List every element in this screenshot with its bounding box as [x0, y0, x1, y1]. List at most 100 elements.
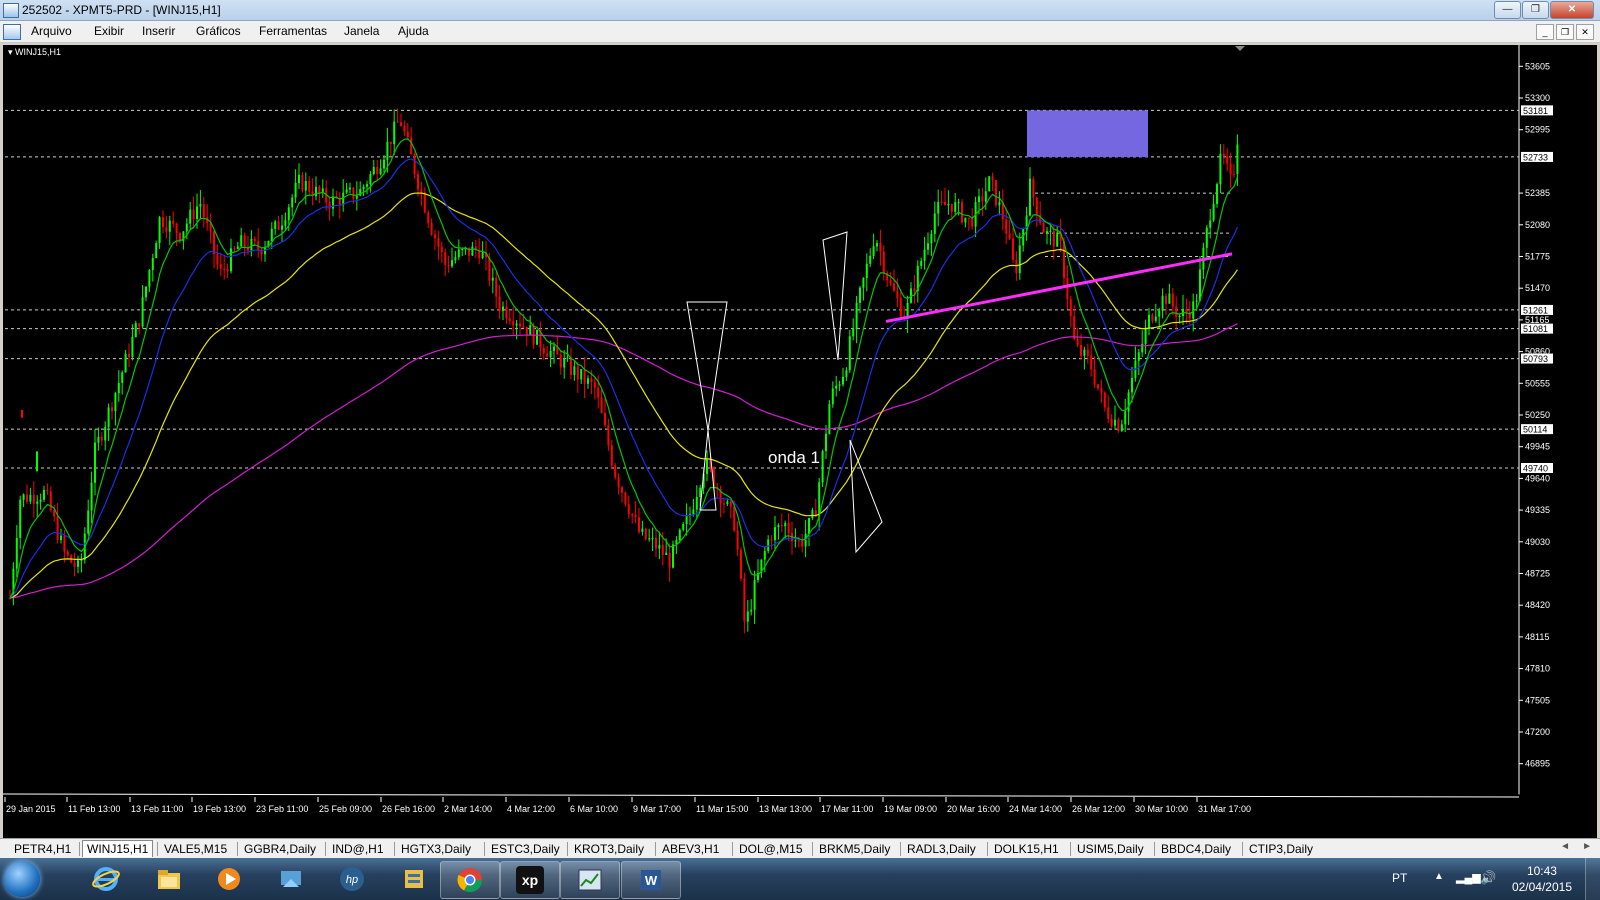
candle-body	[852, 328, 855, 337]
metatrader-taskbar-button[interactable]	[560, 861, 620, 899]
menu-arquivo[interactable]: Arquivo	[31, 24, 72, 38]
tab-dol-m15[interactable]: DOL@,M15	[735, 841, 807, 857]
tab-abev3-h1[interactable]: ABEV3,H1	[658, 841, 723, 857]
tab-hgtx3-daily[interactable]: HGTX3,Daily	[397, 841, 475, 857]
app-taskbar-button[interactable]	[262, 861, 320, 897]
candle-body	[1049, 231, 1052, 233]
mdi-restore-button[interactable]: ❐	[1556, 24, 1574, 40]
candle-body	[29, 494, 32, 502]
menu-ferramentas[interactable]: Ferramentas	[259, 24, 327, 38]
tab-ctip3-daily[interactable]: CTIP3,Daily	[1245, 841, 1317, 857]
internet-explorer-icon	[92, 867, 120, 891]
hp-taskbar-button[interactable]: hp	[323, 861, 381, 897]
price-tick-label: 52995	[1525, 125, 1550, 135]
candle-body	[111, 407, 113, 412]
tab-vale5-m15[interactable]: VALE5,M15	[160, 841, 231, 857]
mdi-minimize-button[interactable]: _	[1536, 24, 1554, 40]
candle-body	[145, 286, 147, 298]
maximize-button[interactable]: ❐	[1522, 1, 1549, 19]
menu-ajuda[interactable]: Ajuda	[398, 24, 429, 38]
tab-scroll-left-icon[interactable]: ◄	[1560, 841, 1570, 852]
candle-body	[1151, 314, 1154, 321]
candle-body	[961, 202, 963, 223]
tab-separator	[325, 842, 326, 856]
start-button[interactable]	[4, 861, 40, 897]
tab-scroll-right-icon[interactable]: ►	[1582, 841, 1592, 852]
tab-estc3-daily[interactable]: ESTC3,Daily	[487, 841, 564, 857]
candle-body	[379, 168, 382, 175]
candle-body	[1226, 156, 1229, 164]
candle-body	[1103, 392, 1106, 408]
tab-separator	[655, 842, 656, 856]
candle-body	[32, 494, 35, 504]
menu-graficos[interactable]: Gráficos	[196, 24, 241, 38]
chrome-taskbar-button[interactable]	[440, 861, 500, 899]
candle-body	[400, 122, 402, 126]
minimize-button[interactable]: —	[1494, 1, 1521, 19]
candle-body	[515, 323, 518, 326]
candle-body	[413, 154, 416, 175]
close-button[interactable]: ✕	[1550, 1, 1594, 19]
candle-body	[631, 514, 634, 516]
archive-taskbar-button[interactable]	[385, 861, 443, 897]
language-indicator[interactable]: PT	[1392, 871, 1407, 885]
network-signal-icon[interactable]: ▂▄▆	[1456, 871, 1481, 884]
candle-body	[699, 487, 702, 498]
candle-body	[801, 540, 804, 547]
candle-body	[362, 186, 365, 190]
candle-body	[610, 445, 613, 466]
menu-exibir[interactable]: Exibir	[94, 24, 124, 38]
candle-body	[223, 268, 226, 270]
volume-icon[interactable]: 🔊	[1480, 870, 1496, 886]
candle-body	[172, 220, 175, 224]
candle-body	[250, 238, 253, 251]
ie-taskbar-button[interactable]	[77, 861, 135, 897]
tab-ggbr4-daily[interactable]: GGBR4,Daily	[240, 841, 320, 857]
candle-body	[1012, 238, 1014, 260]
menu-inserir[interactable]: Inserir	[142, 24, 175, 38]
explorer-taskbar-button[interactable]	[140, 861, 198, 897]
tab-brkm5-daily[interactable]: BRKM5,Daily	[815, 841, 894, 857]
time-tick-label: 4 Mar 12:00	[507, 804, 555, 814]
show-hidden-icons-icon[interactable]: ▲	[1434, 871, 1444, 882]
candle-body	[655, 537, 657, 549]
price-mark-label: 51261	[1523, 305, 1548, 315]
clock[interactable]: 10:43 02/04/2015	[1512, 863, 1572, 895]
candle-body	[563, 358, 566, 368]
price-mark-label: 50793	[1523, 354, 1548, 364]
candle-body	[457, 249, 460, 258]
mdi-close-button[interactable]: ✕	[1576, 24, 1594, 40]
candle-body	[138, 323, 141, 327]
chart-window-icon[interactable]	[3, 24, 21, 40]
triangle-drawing	[686, 301, 728, 431]
candle-body	[1100, 388, 1103, 393]
tab-dolk15-h1[interactable]: DOLK15,H1	[990, 841, 1063, 857]
candle-body	[831, 388, 834, 405]
candle-body	[753, 580, 756, 610]
candle-body	[383, 159, 385, 169]
word-taskbar-button[interactable]: W	[621, 861, 681, 899]
tab-petr4-h1[interactable]: PETR4,H1	[10, 841, 75, 857]
tab-radl3-daily[interactable]: RADL3,Daily	[903, 841, 980, 857]
tab-usim5-daily[interactable]: USIM5,Daily	[1073, 841, 1148, 857]
price-chart[interactable]: 5360553300529955238552080517755147051165…	[3, 45, 1597, 838]
candle-body	[706, 458, 708, 474]
tab-krot3-daily[interactable]: KROT3,Daily	[570, 841, 648, 857]
candle-body	[600, 397, 603, 413]
tab-winj15-h1[interactable]: WINJ15,H1	[82, 840, 154, 857]
candle-body	[427, 212, 430, 224]
tab-bbdc4-daily[interactable]: BBDC4,Daily	[1157, 841, 1235, 857]
menu-janela[interactable]: Janela	[344, 24, 379, 38]
candle-body	[1120, 424, 1123, 432]
media-player-taskbar-button[interactable]	[200, 861, 258, 897]
tab-ind-h1[interactable]: IND@,H1	[328, 841, 388, 857]
candle-body	[1148, 314, 1150, 328]
chart-window[interactable]: 53605 53300 52995 52385 52080 51775 51470 51165…	[3, 45, 1597, 838]
candle-body	[1056, 232, 1059, 247]
xp-taskbar-button[interactable]: xp	[500, 861, 560, 899]
candle-body	[957, 202, 960, 204]
candle-body	[1069, 299, 1072, 316]
candle-body	[1171, 293, 1174, 307]
time-axis-line	[3, 793, 1520, 798]
show-desktop-button[interactable]	[1585, 858, 1600, 900]
